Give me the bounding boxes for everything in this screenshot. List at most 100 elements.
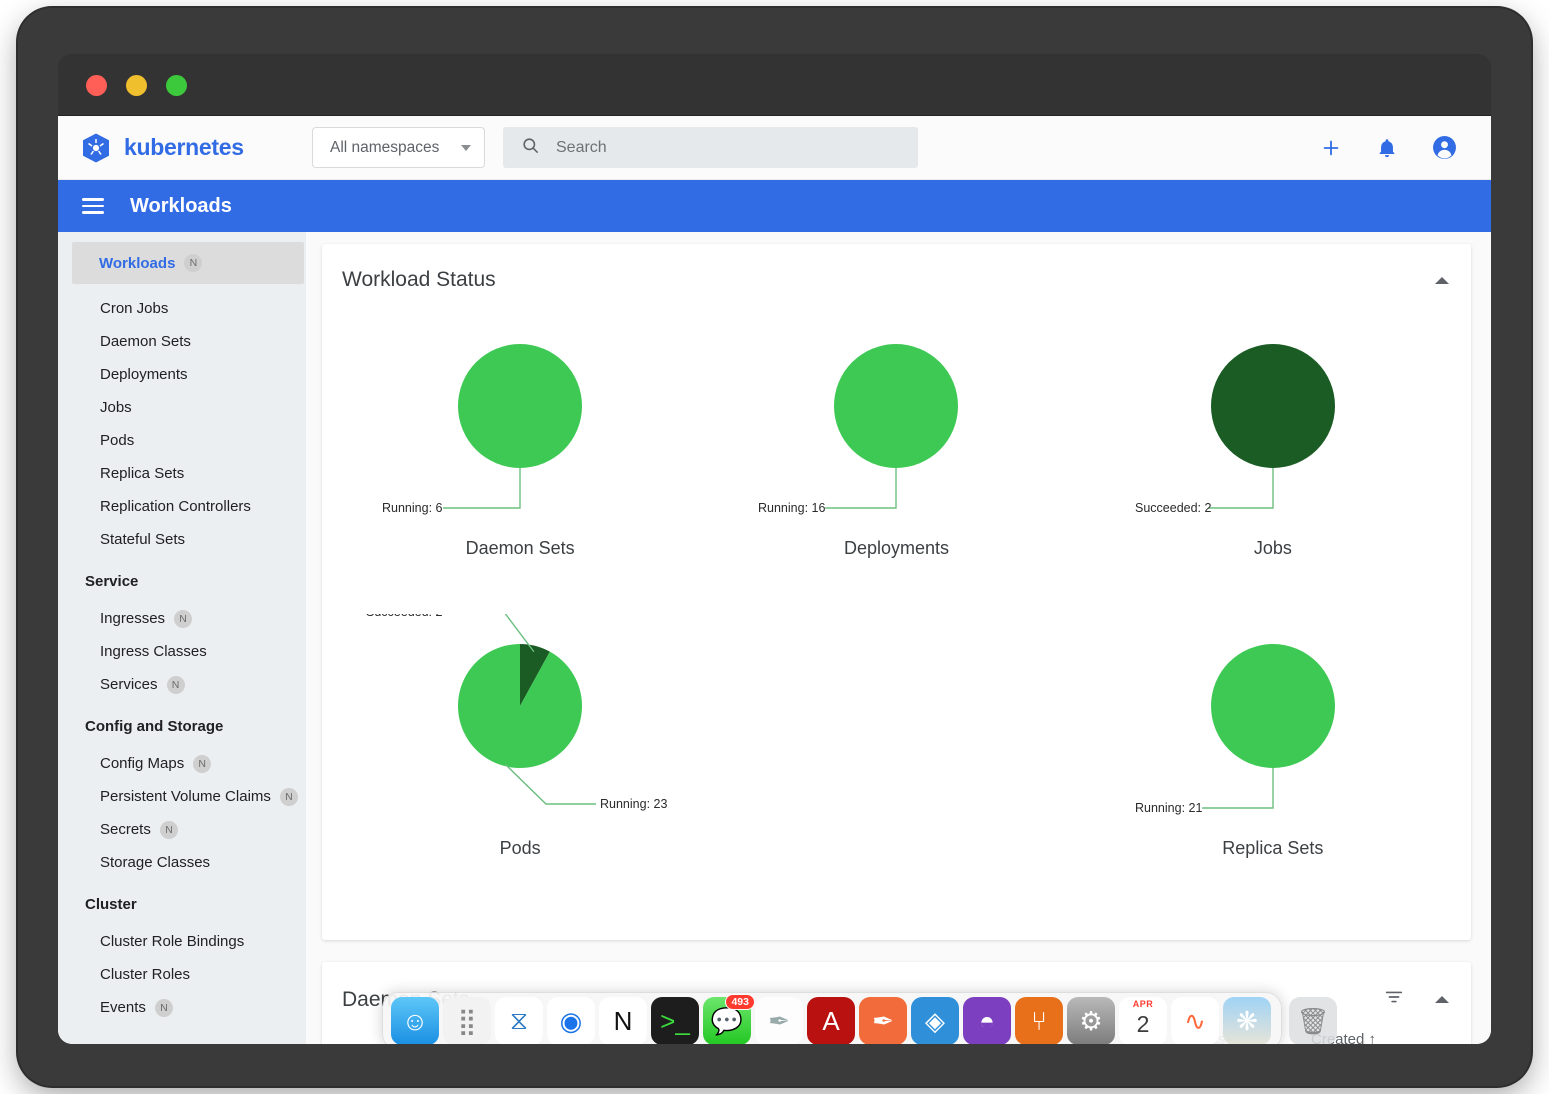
- pie-chart: Running: 21: [1093, 614, 1453, 854]
- search-icon: [521, 136, 540, 160]
- notifications-bell-icon[interactable]: [1376, 137, 1398, 159]
- postman-icon[interactable]: ✒: [859, 997, 907, 1044]
- leader-line: [1202, 768, 1273, 808]
- sidebar-item-stateful-sets[interactable]: Stateful Sets: [58, 523, 306, 556]
- sidebar-item-label: Events: [100, 999, 146, 1016]
- sidebar-item-secrets[interactable]: SecretsN: [58, 813, 306, 846]
- messages-icon[interactable]: 💬493: [703, 997, 751, 1044]
- workload-status-card-header: Workload Status: [322, 244, 1471, 292]
- settings-icon[interactable]: ⚙: [1067, 997, 1115, 1044]
- sort-ascending-icon: ↑: [1369, 1031, 1377, 1044]
- workload-status-charts: Running: 6Daemon SetsRunning: 16Deployme…: [322, 292, 1471, 940]
- trash-icon[interactable]: 🗑: [1289, 997, 1337, 1044]
- namespace-selector[interactable]: All namespaces: [312, 127, 485, 168]
- close-window-button[interactable]: [86, 75, 107, 96]
- sidebar-item-replica-sets[interactable]: Replica Sets: [58, 457, 306, 490]
- pie-slice-running[interactable]: [458, 644, 582, 768]
- sidebar-item-label: Daemon Sets: [100, 333, 191, 350]
- vscode-icon[interactable]: ⧖: [495, 997, 543, 1044]
- launchpad-icon[interactable]: ⣿: [443, 997, 491, 1044]
- leader-line: [443, 468, 520, 508]
- chevron-up-icon[interactable]: [1435, 277, 1449, 284]
- minimize-window-button[interactable]: [126, 75, 147, 96]
- chevron-up-icon[interactable]: [1435, 996, 1449, 1003]
- sidebar-item-cluster-roles[interactable]: Cluster Roles: [58, 958, 306, 991]
- zoom-window-button[interactable]: [166, 75, 187, 96]
- calendar-icon[interactable]: APR2: [1119, 997, 1167, 1044]
- sidebar-item-pods[interactable]: Pods: [58, 424, 306, 457]
- hamburger-menu-icon[interactable]: [82, 194, 104, 218]
- acrobat-icon[interactable]: A: [807, 997, 855, 1044]
- sidebar-item-jobs[interactable]: Jobs: [58, 391, 306, 424]
- pie-slice-annotation: Running: 23: [600, 797, 667, 811]
- sidebar-item-daemon-sets[interactable]: Daemon Sets: [58, 325, 306, 358]
- finder-icon[interactable]: ☺: [391, 997, 439, 1044]
- pie-slice-annotation: Running: 16: [758, 501, 825, 515]
- sidebar-item-label: Config Maps: [100, 755, 184, 772]
- sidebar-section-cluster: Cluster: [58, 883, 306, 925]
- chart-daemon-sets[interactable]: Running: 6Daemon Sets: [332, 314, 708, 614]
- sidebar-item-persistent-volume-claims[interactable]: Persistent Volume ClaimsN: [58, 780, 306, 813]
- namespaced-badge: N: [174, 610, 192, 628]
- sidebar-nav: WorkloadsN Cron Jobs Daemon Sets Deployment…: [58, 232, 306, 1044]
- sidebar-item-label: Cron Jobs: [100, 300, 168, 317]
- sidebar-item-storage-classes[interactable]: Storage Classes: [58, 846, 306, 879]
- account-circle-icon[interactable]: [1432, 135, 1457, 160]
- sidebar-item-label: Cluster Role Bindings: [100, 933, 244, 950]
- stocks-icon[interactable]: ∿: [1171, 997, 1219, 1044]
- chart-pods[interactable]: Succeeded: 2Running: 23Pods: [332, 614, 708, 914]
- sidebar-item-replication-controllers[interactable]: Replication Controllers: [58, 490, 306, 523]
- sidebar-item-workloads[interactable]: WorkloadsN: [72, 242, 304, 284]
- chevron-down-icon: [461, 145, 471, 151]
- sidebar-item-cluster-role-bindings[interactable]: Cluster Role Bindings: [58, 925, 306, 958]
- filter-list-icon[interactable]: [1383, 986, 1405, 1013]
- dock-badge: 493: [725, 994, 755, 1010]
- sidebar-item-config-maps[interactable]: Config Maps N: [58, 747, 306, 780]
- search-input[interactable]: [556, 139, 900, 157]
- notes-icon[interactable]: ✒: [755, 997, 803, 1044]
- github-icon[interactable]: ◓: [963, 997, 1011, 1044]
- chart-deployments[interactable]: Running: 16Deployments: [708, 314, 1084, 614]
- sidebar-item-ingress-classes[interactable]: Ingress Classes: [58, 635, 306, 668]
- chrome-icon[interactable]: ◉: [547, 997, 595, 1044]
- workload-status-card-actions: [1435, 277, 1449, 284]
- sidebar-item-cron-jobs[interactable]: Cron Jobs: [58, 292, 306, 325]
- window-titlebar: [58, 54, 1491, 116]
- pie-slice-succeeded[interactable]: [1211, 344, 1335, 468]
- sidebar-item-label: Persistent Volume Claims: [100, 788, 271, 805]
- captureone-icon[interactable]: ◈: [911, 997, 959, 1044]
- notion-icon[interactable]: N: [599, 997, 647, 1044]
- photos-icon[interactable]: ❋: [1223, 997, 1271, 1044]
- pie-slice-annotation: Succeeded: 2: [1135, 501, 1211, 515]
- pie-slice-running[interactable]: [458, 344, 582, 468]
- sidebar-item-label: Replica Sets: [100, 465, 184, 482]
- sourcetree-icon[interactable]: ⑂: [1015, 997, 1063, 1044]
- search-field[interactable]: [503, 127, 918, 168]
- sidebar-item-services[interactable]: ServicesN: [58, 668, 306, 701]
- calendar-day: 2: [1119, 1009, 1167, 1044]
- chart-jobs[interactable]: Succeeded: 2 Jobs: [1085, 314, 1461, 614]
- chart-title: Jobs: [1254, 538, 1292, 559]
- namespaced-badge: N: [155, 999, 173, 1017]
- sidebar-item-label: Deployments: [100, 366, 188, 383]
- sidebar-item-deployments[interactable]: Deployments: [58, 358, 306, 391]
- chart-title: Replica Sets: [1222, 838, 1323, 859]
- sidebar-item-label: Cluster Roles: [100, 966, 190, 983]
- sidebar-item-events[interactable]: Events N: [58, 991, 306, 1024]
- kubernetes-dashboard: kubernetes All namespaces: [58, 116, 1491, 1044]
- terminal-icon[interactable]: >_: [651, 997, 699, 1044]
- sidebar-item-label: Jobs: [100, 399, 132, 416]
- pie-slice-running[interactable]: [1211, 644, 1335, 768]
- sidebar-item-ingresses[interactable]: IngressesN: [58, 602, 306, 635]
- body-row: WorkloadsN Cron Jobs Daemon Sets Deployment…: [58, 232, 1491, 1044]
- chart-replica-sets[interactable]: Running: 21Replica Sets: [1085, 614, 1461, 914]
- pie-slice-annotation: Succeeded: 2: [366, 614, 442, 619]
- sidebar-section-service: Service: [58, 560, 306, 602]
- namespace-selected-label: All namespaces: [330, 139, 439, 157]
- add-icon[interactable]: [1320, 137, 1342, 159]
- chart-grid-spacer: [708, 614, 1084, 914]
- pie-slice-running[interactable]: [834, 344, 958, 468]
- brand-logo[interactable]: kubernetes: [80, 132, 312, 164]
- namespaced-badge: N: [193, 755, 211, 773]
- namespaced-badge: N: [167, 676, 185, 694]
